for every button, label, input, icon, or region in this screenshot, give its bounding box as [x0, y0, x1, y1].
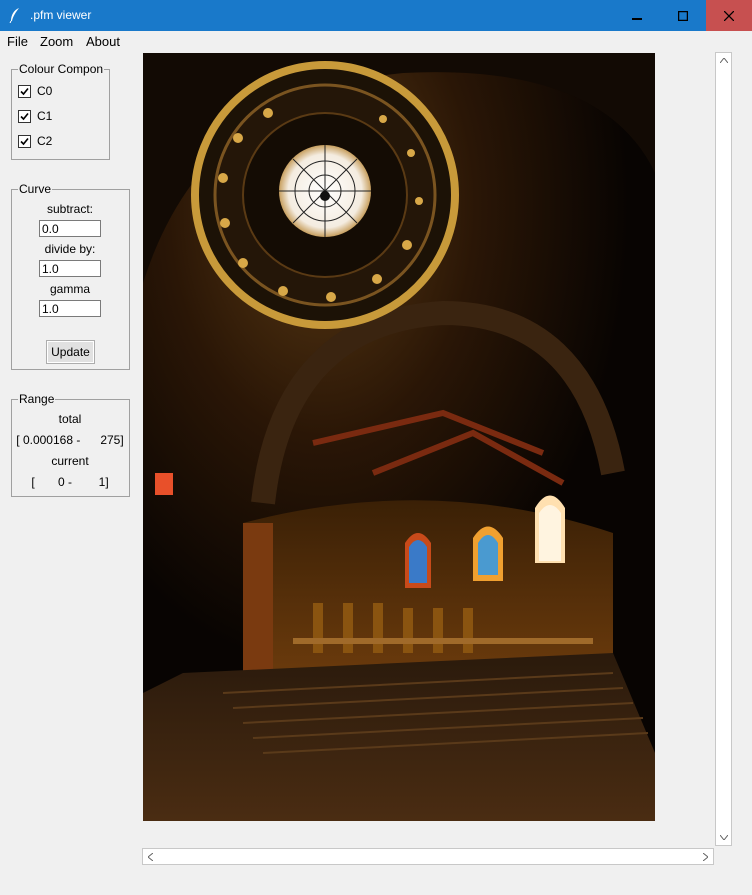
image-canvas[interactable] [143, 53, 655, 821]
subtract-input[interactable]: 0.0 [39, 220, 101, 237]
menu-file[interactable]: File [7, 34, 28, 49]
minimize-button[interactable] [614, 0, 660, 31]
gamma-input[interactable]: 1.0 [39, 300, 101, 317]
vertical-scrollbar[interactable] [715, 52, 732, 846]
window-title: .pfm viewer [30, 8, 92, 22]
feather-icon [8, 7, 22, 24]
close-button[interactable] [706, 0, 752, 31]
divide-by-input[interactable]: 1.0 [39, 260, 101, 277]
hdr-image [143, 53, 655, 821]
title-bar: .pfm viewer [0, 0, 752, 31]
divide-by-label: divide by: [44, 242, 96, 256]
maximize-button[interactable] [660, 0, 706, 31]
current-label: current [51, 454, 89, 468]
update-button[interactable]: Update [46, 340, 95, 364]
curve-group-legend: Curve [18, 182, 53, 196]
channel-c2-checkbox[interactable]: C2 [18, 134, 52, 148]
channel-c1-checkbox[interactable]: C1 [18, 109, 52, 123]
checkbox-icon[interactable] [18, 84, 31, 98]
subtract-label: subtract: [46, 202, 94, 216]
menu-about[interactable]: About [86, 34, 120, 49]
scroll-left-icon[interactable] [143, 849, 158, 864]
gamma-label: gamma [49, 282, 90, 296]
current-range-value: [ 0 - 1] [31, 475, 109, 489]
range-group-legend: Range [18, 392, 56, 406]
total-label: total [58, 412, 82, 426]
close-icon [724, 10, 734, 21]
minimize-icon [632, 17, 642, 20]
curve-group: Curve subtract: 0.0 divide by: 1.0 gamma… [11, 182, 130, 370]
range-group: Range total [ 0.000168 - 275] current [ … [11, 392, 130, 497]
channel-c0-checkbox[interactable]: C0 [18, 84, 52, 98]
horizontal-scrollbar[interactable] [142, 848, 714, 865]
scroll-right-icon[interactable] [698, 849, 713, 864]
total-range-value: [ 0.000168 - 275] [16, 433, 124, 447]
scroll-up-icon[interactable] [716, 53, 731, 68]
channel-c1-label: C1 [37, 109, 53, 123]
menu-bar: File Zoom About [0, 31, 752, 51]
colour-components-group: Colour Compon C0 C1 C2 [11, 62, 110, 160]
menu-zoom[interactable]: Zoom [40, 34, 73, 49]
checkbox-icon[interactable] [18, 109, 31, 123]
colour-group-legend: Colour Compon [18, 62, 105, 76]
channel-c2-label: C2 [37, 134, 53, 148]
channel-c0-label: C0 [37, 84, 53, 98]
scroll-down-icon[interactable] [716, 830, 731, 845]
checkbox-icon[interactable] [18, 134, 31, 148]
maximize-icon [678, 10, 688, 21]
